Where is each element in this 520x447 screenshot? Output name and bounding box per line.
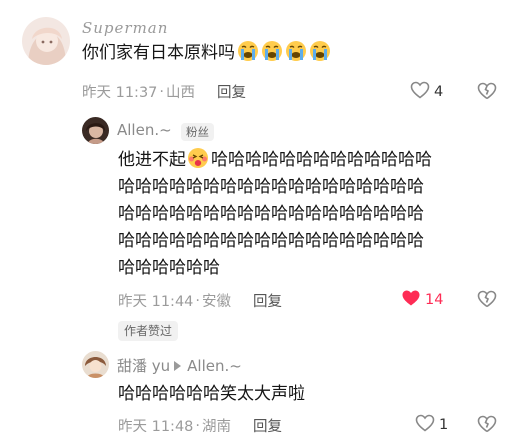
separator: · bbox=[159, 83, 165, 100]
broken-heart-icon[interactable] bbox=[477, 82, 497, 104]
like-button[interactable]: 14 bbox=[401, 289, 443, 311]
comment-location: 安徽 bbox=[202, 294, 232, 310]
comment-meta: 昨天 11:37 · 山西 回复 bbox=[82, 81, 246, 102]
broken-heart-icon[interactable] bbox=[477, 415, 497, 437]
reply-chain: 甜潘 yu Allen.~ bbox=[117, 355, 242, 376]
heart-icon bbox=[415, 414, 435, 436]
comment-text-line: 哈哈哈哈哈哈 bbox=[118, 258, 220, 278]
like-button[interactable]: 1 bbox=[415, 414, 448, 436]
crying-emoji-icon bbox=[261, 40, 283, 62]
comment-time: 昨天 11:48 bbox=[118, 419, 194, 435]
comment-text-content: 他进不起 bbox=[118, 150, 186, 170]
comment-author[interactable]: Allen.~ bbox=[117, 121, 172, 139]
comment-text-content: 你们家有日本原料吗 bbox=[82, 43, 235, 63]
comment-text: 你们家有日本原料吗 bbox=[82, 40, 331, 67]
fan-badge: 粉丝 bbox=[181, 123, 214, 141]
author-liked-badge: 作者赞过 bbox=[118, 321, 179, 341]
reply-button[interactable]: 回复 bbox=[217, 81, 246, 102]
comment-text: 他进不起 哈哈哈哈哈哈哈哈哈哈哈哈哈 哈哈哈哈哈哈哈哈哈哈哈哈哈哈哈哈哈哈 哈哈哈… bbox=[118, 147, 498, 282]
crying-emoji-icon bbox=[309, 40, 331, 62]
like-count: 4 bbox=[434, 84, 444, 100]
like-button[interactable]: 4 bbox=[410, 81, 443, 103]
comment-time: 昨天 11:44 bbox=[118, 294, 194, 310]
comment-text-line: 哈哈哈哈哈哈哈哈哈哈哈哈哈哈哈哈哈哈 bbox=[118, 231, 424, 251]
reply-arrow-icon bbox=[174, 360, 182, 371]
cheeky-face-emoji-icon bbox=[187, 147, 209, 169]
reply-to-author[interactable]: Allen.~ bbox=[187, 357, 242, 375]
crying-emoji-icon bbox=[237, 40, 259, 62]
separator: · bbox=[195, 292, 201, 309]
heart-icon bbox=[410, 81, 430, 103]
comment-meta: 昨天 11:48 · 湖南 回复 bbox=[118, 415, 282, 436]
comment-text-line: 哈哈哈哈哈哈哈哈哈哈哈哈哈哈哈哈哈哈 bbox=[118, 177, 424, 197]
comment-meta: 昨天 11:44 · 安徽 回复 bbox=[118, 290, 282, 311]
comment-time: 昨天 11:37 bbox=[82, 85, 158, 101]
separator: · bbox=[195, 417, 201, 434]
crying-emoji-icon bbox=[285, 40, 307, 62]
comment-text-line: 哈哈哈哈哈哈哈哈哈哈哈哈哈哈哈哈哈哈 bbox=[118, 204, 424, 224]
heart-filled-icon bbox=[401, 289, 421, 311]
comment-text: 哈哈哈哈哈哈笑太大声啦 bbox=[118, 384, 305, 404]
comment-location: 湖南 bbox=[202, 419, 232, 435]
comment-text-line-0: 哈哈哈哈哈哈哈哈哈哈哈哈哈 bbox=[211, 150, 432, 170]
like-count: 1 bbox=[439, 417, 449, 433]
comment-author[interactable]: 甜潘 yu bbox=[117, 355, 170, 376]
like-count: 14 bbox=[425, 292, 444, 308]
reply-button[interactable]: 回复 bbox=[253, 290, 282, 311]
avatar[interactable] bbox=[82, 351, 109, 378]
comment-author[interactable]: Superman bbox=[82, 19, 168, 37]
comment-text-line: 他进不起 哈哈哈哈哈哈哈哈哈哈哈哈哈 bbox=[118, 147, 498, 174]
comment-location: 山西 bbox=[166, 85, 196, 101]
reply-button[interactable]: 回复 bbox=[253, 415, 282, 436]
avatar[interactable] bbox=[82, 117, 109, 144]
broken-heart-icon[interactable] bbox=[477, 290, 497, 312]
avatar[interactable] bbox=[22, 17, 70, 65]
